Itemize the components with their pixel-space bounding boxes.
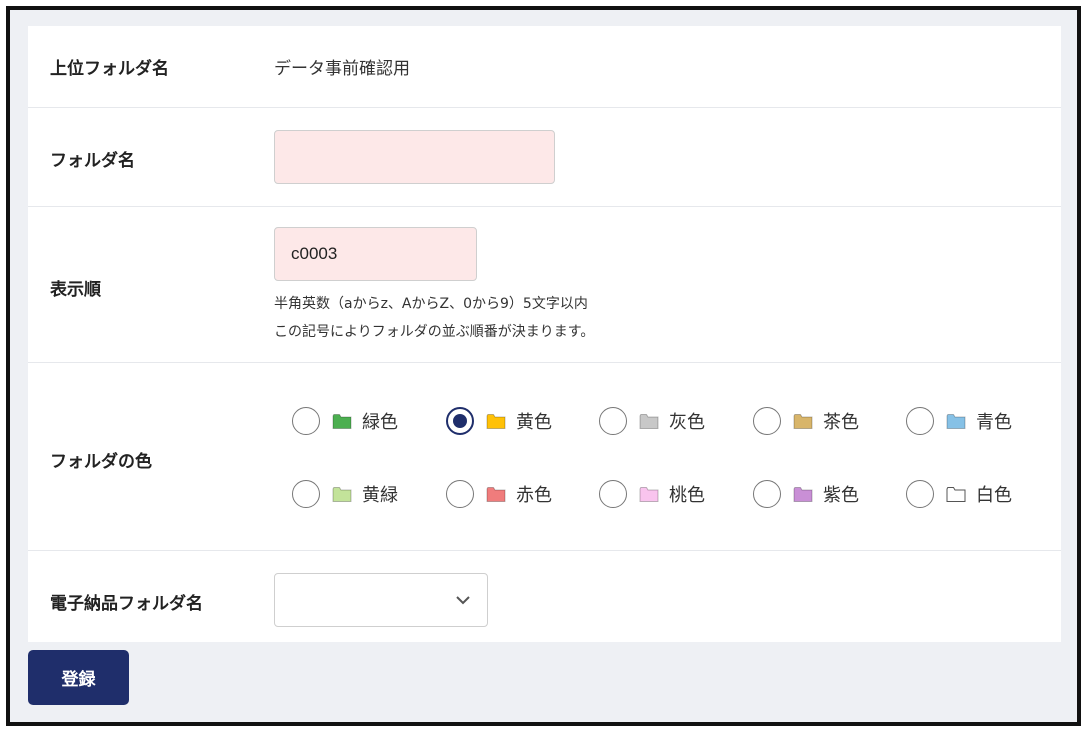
folder-icon <box>946 486 966 502</box>
radio-button[interactable] <box>599 480 627 508</box>
color-option-label: 緑色 <box>362 412 398 433</box>
radio-button[interactable] <box>753 480 781 508</box>
radio-button[interactable] <box>292 480 320 508</box>
color-option-label: 青色 <box>976 412 1012 433</box>
color-option-label: 紫色 <box>823 485 859 506</box>
folder-icon <box>639 486 659 502</box>
folder-icon <box>793 413 813 429</box>
color-option-label: 白色 <box>976 485 1012 506</box>
folder-icon <box>486 413 506 429</box>
folder-icon <box>946 413 966 429</box>
color-option-label: 赤色 <box>516 485 552 506</box>
radio-button[interactable] <box>446 407 474 435</box>
folder-name-input[interactable] <box>274 130 555 184</box>
color-option-label: 黄色 <box>516 412 552 433</box>
color-option[interactable]: 白色 <box>906 478 1012 510</box>
color-option[interactable]: 黄緑 <box>292 478 398 510</box>
chevron-down-icon <box>456 596 470 605</box>
dialog-frame: 上位フォルダ名 データ事前確認用 フォルダ名 表示順 半角英数（aからz、Aから… <box>6 6 1081 726</box>
display-order-row: 表示順 半角英数（aからz、AからZ、0から9）5文字以内 この記号によりフォル… <box>28 207 1061 363</box>
color-option[interactable]: 灰色 <box>599 405 705 437</box>
color-option[interactable]: 茶色 <box>753 405 859 437</box>
folder-icon <box>639 413 659 429</box>
color-option[interactable]: 桃色 <box>599 478 705 510</box>
folder-icon <box>486 486 506 502</box>
delivery-folder-row: 電子納品フォルダ名 <box>28 551 1061 642</box>
color-option-label: 桃色 <box>669 485 705 506</box>
folder-icon <box>332 486 352 502</box>
display-order-help-2: この記号によりフォルダの並ぶ順番が決まります。 <box>274 324 595 340</box>
folder-icon <box>332 413 352 429</box>
radio-button[interactable] <box>906 407 934 435</box>
color-option[interactable]: 紫色 <box>753 478 859 510</box>
display-order-help-1: 半角英数（aからz、AからZ、0から9）5文字以内 <box>274 296 588 312</box>
color-option-label: 灰色 <box>669 412 705 433</box>
folder-color-label: フォルダの色 <box>50 452 152 472</box>
folder-name-label: フォルダ名 <box>50 151 135 171</box>
color-option[interactable]: 黄色 <box>446 405 552 437</box>
radio-button[interactable] <box>292 407 320 435</box>
color-option[interactable]: 緑色 <box>292 405 398 437</box>
color-option[interactable]: 青色 <box>906 405 1012 437</box>
radio-button[interactable] <box>906 480 934 508</box>
color-option[interactable]: 赤色 <box>446 478 552 510</box>
delivery-folder-label: 電子納品フォルダ名 <box>50 594 203 614</box>
folder-name-row: フォルダ名 <box>28 108 1061 207</box>
radio-button[interactable] <box>753 407 781 435</box>
parent-folder-row: 上位フォルダ名 データ事前確認用 <box>28 26 1061 108</box>
register-button[interactable]: 登録 <box>28 650 129 705</box>
delivery-folder-select[interactable] <box>274 573 488 627</box>
radio-button[interactable] <box>446 480 474 508</box>
form-panel: 上位フォルダ名 データ事前確認用 フォルダ名 表示順 半角英数（aからz、Aから… <box>28 26 1061 642</box>
folder-icon <box>793 486 813 502</box>
radio-button[interactable] <box>599 407 627 435</box>
parent-folder-value: データ事前確認用 <box>274 59 410 79</box>
folder-color-row: フォルダの色 緑色 黄色 灰色 茶色 青色黄緑 赤色 桃色 紫色 白色 <box>28 363 1061 551</box>
display-order-input[interactable] <box>274 227 477 281</box>
color-option-label: 黄緑 <box>362 485 398 506</box>
display-order-label: 表示順 <box>50 280 101 300</box>
parent-folder-label: 上位フォルダ名 <box>50 59 169 79</box>
color-option-label: 茶色 <box>823 412 859 433</box>
